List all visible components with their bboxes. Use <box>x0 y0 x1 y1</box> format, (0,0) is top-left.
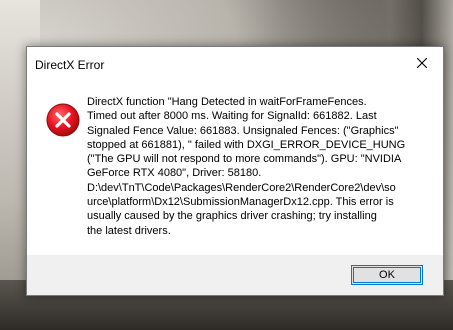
window-title: DirectX Error <box>35 58 105 72</box>
directx-error-dialog: DirectX Error DirectX function "Hang Det… <box>26 46 444 296</box>
close-icon <box>416 55 428 73</box>
error-icon <box>46 103 80 137</box>
error-message: DirectX function "Hang Detected in waitF… <box>87 96 406 237</box>
close-button[interactable] <box>407 53 437 75</box>
dialog-content: DirectX function "Hang Detected in waitF… <box>27 81 443 251</box>
dialog-footer: OK <box>27 255 443 295</box>
ok-button[interactable]: OK <box>351 265 423 285</box>
title-bar[interactable]: DirectX Error <box>27 47 443 81</box>
